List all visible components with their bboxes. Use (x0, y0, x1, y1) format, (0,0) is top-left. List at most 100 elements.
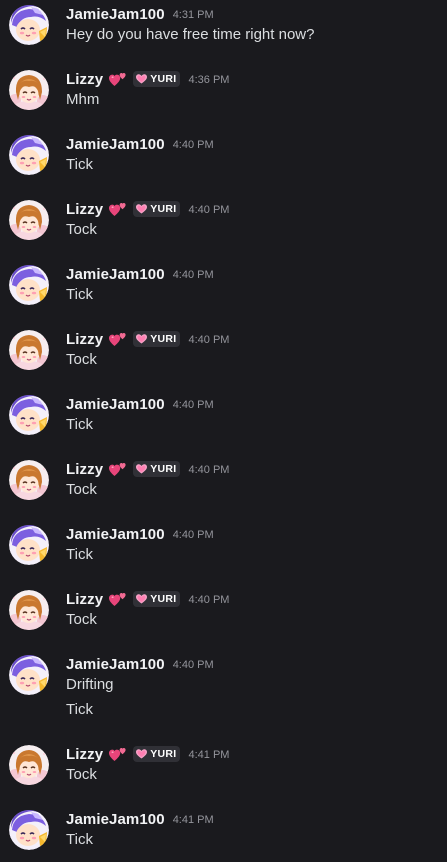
message-header: JamieJam100 4:40 PM (66, 263, 214, 285)
message-text: Tock (66, 221, 97, 238)
message-text: Tock (66, 766, 97, 783)
server-tag-badge[interactable]: YURI (133, 591, 181, 607)
message-text: Tick (66, 546, 93, 563)
message-timestamp[interactable]: 4:40 PM (188, 592, 229, 606)
message-timestamp[interactable]: 4:40 PM (188, 462, 229, 476)
pink-heart-icon (136, 204, 148, 214)
message-group: JamieJam100 4:40 PM Tick (0, 133, 447, 183)
server-tag-label: YURI (150, 593, 177, 605)
message-timestamp[interactable]: 4:31 PM (173, 7, 214, 21)
message-group: Lizzy YURI 4:41 PM Tock (0, 743, 447, 793)
message-timestamp[interactable]: 4:40 PM (173, 137, 214, 151)
message-group: JamieJam100 4:40 PM Tick (0, 263, 447, 313)
message-header: JamieJam100 4:40 PM (66, 523, 214, 545)
two-hearts-icon (109, 591, 127, 607)
server-tag-badge[interactable]: YURI (133, 71, 181, 87)
anime-avatar-jamie-icon[interactable] (9, 810, 49, 850)
server-tag-label: YURI (150, 748, 177, 760)
message-timestamp[interactable]: 4:41 PM (173, 812, 214, 826)
message-header: JamieJam100 4:40 PM (66, 393, 214, 415)
anime-avatar-jamie-icon[interactable] (9, 5, 49, 45)
message-text: Tick (66, 701, 93, 718)
message-header: JamieJam100 4:41 PM (66, 808, 214, 830)
anime-avatar-lizzy-icon[interactable] (9, 70, 49, 110)
message-header: JamieJam100 4:31 PM (66, 3, 214, 25)
two-hearts-icon (109, 331, 127, 347)
message-text: Tick (66, 286, 93, 303)
username[interactable]: Lizzy (66, 71, 103, 88)
server-tag-badge[interactable]: YURI (133, 201, 181, 217)
username[interactable]: JamieJam100 (66, 811, 165, 828)
message-group: JamieJam100 4:41 PM Tick (0, 808, 447, 858)
anime-avatar-lizzy-icon[interactable] (9, 745, 49, 785)
username[interactable]: JamieJam100 (66, 266, 165, 283)
username[interactable]: JamieJam100 (66, 136, 165, 153)
server-tag-label: YURI (150, 203, 177, 215)
message-group: Lizzy YURI 4:36 PM Mhm (0, 68, 447, 118)
anime-avatar-lizzy-icon[interactable] (9, 330, 49, 370)
two-hearts-icon (109, 746, 127, 762)
message-group: Lizzy YURI 4:40 PM Tock (0, 328, 447, 378)
message-group: JamieJam100 4:40 PM Drifting Tick (0, 653, 447, 728)
server-tag-badge[interactable]: YURI (133, 331, 181, 347)
message-timestamp[interactable]: 4:40 PM (173, 527, 214, 541)
message-timestamp[interactable]: 4:40 PM (173, 397, 214, 411)
two-hearts-icon (109, 71, 127, 87)
message-group: Lizzy YURI 4:40 PM Tock (0, 458, 447, 508)
username[interactable]: Lizzy (66, 331, 103, 348)
message-group: JamieJam100 4:40 PM Tick (0, 393, 447, 443)
username[interactable]: Lizzy (66, 591, 103, 608)
message-text: Hey do you have free time right now? (66, 26, 315, 43)
message-text: Tick (66, 831, 93, 848)
message-timestamp[interactable]: 4:40 PM (188, 332, 229, 346)
anime-avatar-lizzy-icon[interactable] (9, 460, 49, 500)
message-header: Lizzy YURI 4:41 PM (66, 743, 229, 765)
server-tag-badge[interactable]: YURI (133, 746, 181, 762)
anime-avatar-lizzy-icon[interactable] (9, 590, 49, 630)
two-hearts-icon (109, 201, 127, 217)
message-header: Lizzy YURI 4:40 PM (66, 198, 229, 220)
message-timestamp[interactable]: 4:40 PM (188, 202, 229, 216)
server-tag-label: YURI (150, 333, 177, 345)
username[interactable]: JamieJam100 (66, 656, 165, 673)
message-text: Tock (66, 611, 97, 628)
username[interactable]: Lizzy (66, 746, 103, 763)
message-group: JamieJam100 4:40 PM Tick (0, 523, 447, 573)
anime-avatar-jamie-icon[interactable] (9, 525, 49, 565)
pink-heart-icon (136, 334, 148, 344)
username[interactable]: Lizzy (66, 461, 103, 478)
username[interactable]: JamieJam100 (66, 526, 165, 543)
anime-avatar-jamie-icon[interactable] (9, 265, 49, 305)
username[interactable]: JamieJam100 (66, 396, 165, 413)
message-text: Tock (66, 351, 97, 368)
anime-avatar-jamie-icon[interactable] (9, 395, 49, 435)
message-header: JamieJam100 4:40 PM (66, 133, 214, 155)
anime-avatar-lizzy-icon[interactable] (9, 200, 49, 240)
username[interactable]: Lizzy (66, 201, 103, 218)
message-timestamp[interactable]: 4:41 PM (188, 747, 229, 761)
anime-avatar-jamie-icon[interactable] (9, 135, 49, 175)
pink-heart-icon (136, 594, 148, 604)
message-timestamp[interactable]: 4:40 PM (173, 267, 214, 281)
message-group: JamieJam100 4:31 PM Hey do you have free t… (0, 3, 447, 53)
message-group: Lizzy YURI 4:40 PM Tock (0, 198, 447, 248)
message-text: Drifting (66, 676, 114, 693)
message-group: Lizzy YURI 4:40 PM Tock (0, 588, 447, 638)
pink-heart-icon (136, 749, 148, 759)
server-tag-badge[interactable]: YURI (133, 461, 181, 477)
message-text: Tick (66, 416, 93, 433)
message-header: Lizzy YURI 4:40 PM (66, 588, 229, 610)
pink-heart-icon (136, 464, 148, 474)
anime-avatar-jamie-icon[interactable] (9, 655, 49, 695)
message-header: Lizzy YURI 4:40 PM (66, 328, 229, 350)
username[interactable]: JamieJam100 (66, 6, 165, 23)
message-text: Tock (66, 481, 97, 498)
message-timestamp[interactable]: 4:40 PM (173, 657, 214, 671)
server-tag-label: YURI (150, 73, 177, 85)
message-timestamp[interactable]: 4:36 PM (188, 72, 229, 86)
message-text: Mhm (66, 91, 100, 108)
message-header: Lizzy YURI 4:36 PM (66, 68, 229, 90)
server-tag-label: YURI (150, 463, 177, 475)
two-hearts-icon (109, 461, 127, 477)
pink-heart-icon (136, 74, 148, 84)
